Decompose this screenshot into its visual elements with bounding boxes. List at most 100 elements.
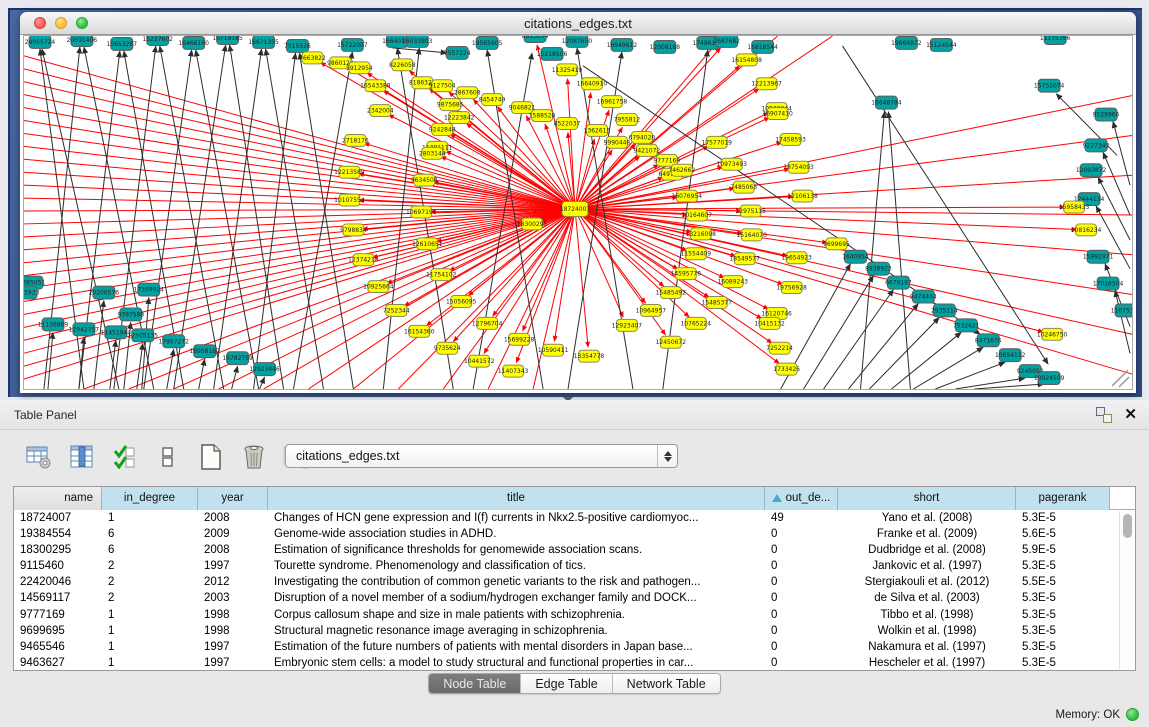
table-row[interactable]: 1938455462009Genome-wide association stu… <box>14 526 1135 542</box>
graph-node[interactable]: 19654923 <box>781 252 812 264</box>
graph-node[interactable]: 6679197 <box>885 276 912 289</box>
graph-node[interactable]: 11554409 <box>681 248 712 260</box>
column-header-short[interactable]: short <box>838 487 1016 510</box>
graph-node[interactable]: 19565905 <box>472 36 503 49</box>
graph-node[interactable]: 20691406 <box>67 36 98 46</box>
graph-node[interactable]: 12505135 <box>128 329 159 342</box>
graph-node[interactable]: 15056095 <box>446 296 477 308</box>
graph-node[interactable]: 1588520 <box>529 110 556 122</box>
network-table-selector[interactable]: citations_edges.txt <box>285 444 678 468</box>
graph-node[interactable]: 8522037 <box>554 118 581 130</box>
graph-node[interactable]: 9474444 <box>910 290 937 303</box>
graph-node[interactable]: 2342004 <box>367 105 394 117</box>
graph-node[interactable]: 11156869 <box>38 318 69 331</box>
graph-node[interactable]: 10964957 <box>636 304 667 316</box>
graph-node[interactable]: 13354778 <box>574 350 605 362</box>
graph-node[interactable]: 2687682 <box>713 36 740 47</box>
scrollbar-thumb[interactable] <box>1123 514 1132 538</box>
table-row[interactable]: 946362711997Embryonic stem cells: a mode… <box>14 655 1135 671</box>
graph-node[interactable]: 7557224 <box>444 46 471 59</box>
graph-node[interactable]: 6794028 <box>629 131 656 143</box>
graph-node[interactable]: 7485063 <box>730 181 757 193</box>
table-row[interactable]: 969969511998Structural magnetic resonanc… <box>14 623 1135 639</box>
column-header-year[interactable]: year <box>198 487 268 510</box>
graph-node[interactable]: 17359924 <box>134 283 165 296</box>
graph-node[interactable]: 9127504 <box>429 80 456 92</box>
table-row[interactable]: 1456911722003Disruption of a novel membe… <box>14 590 1135 606</box>
select-rows-icon[interactable] <box>110 442 140 472</box>
graph-node[interactable]: 9798834 <box>340 224 367 236</box>
delete-icon[interactable] <box>239 442 269 472</box>
graph-node[interactable]: 19756928 <box>776 282 807 294</box>
graph-node[interactable]: 19664872 <box>891 36 922 49</box>
graph-node[interactable]: 12374218 <box>348 254 379 266</box>
table-row[interactable]: 1830029562008Estimation of significance … <box>14 542 1135 558</box>
table-row[interactable]: 1872400712008Changes of HCN gene express… <box>14 510 1135 526</box>
graph-node[interactable]: 1640954 <box>842 250 869 263</box>
graph-node[interactable]: 12213589 <box>334 166 365 178</box>
graph-node[interactable]: 15218506 <box>537 47 568 60</box>
graph-node[interactable]: 15227602 <box>143 36 174 45</box>
graph-node[interactable]: 16033803 <box>402 36 433 47</box>
graph-node[interactable]: 9699695 <box>823 238 850 250</box>
graph-node[interactable]: 16958167 <box>189 345 220 358</box>
table-row[interactable]: 946554611997Estimation of the future num… <box>14 639 1135 655</box>
table-settings-icon[interactable] <box>24 442 54 472</box>
graph-node[interactable]: 15992971 <box>1083 250 1114 263</box>
graph-node[interactable]: 7252344 <box>383 304 410 316</box>
graph-node[interactable]: 8226058 <box>389 59 416 71</box>
row-height-icon[interactable] <box>153 442 183 472</box>
graph-node[interactable]: 5912954 <box>346 62 373 74</box>
table-row[interactable]: 2242004622012Investigating the contribut… <box>14 574 1135 590</box>
graph-node[interactable]: 9990448 <box>604 136 631 148</box>
graph-node[interactable]: 16543388 <box>360 80 391 92</box>
network-canvas[interactable]: 2405572420691406106532871522760216466160… <box>23 35 1133 390</box>
graph-node[interactable]: 16961758 <box>597 96 628 108</box>
graph-node[interactable]: 16949612 <box>607 38 638 51</box>
network-window-titlebar[interactable]: citations_edges.txt <box>20 12 1136 35</box>
graph-node[interactable]: 8813054 <box>522 36 549 42</box>
graph-node[interactable]: 9875685 <box>437 99 464 111</box>
graph-node[interactable]: 8454749 <box>479 94 506 106</box>
graph-node[interactable]: 15485492 <box>656 287 687 299</box>
graph-node[interactable]: 16089243 <box>717 276 748 288</box>
graph-node[interactable]: 17458593 <box>775 133 806 145</box>
graph-node[interactable]: 12923446 <box>249 363 280 376</box>
graph-node[interactable]: 12087650 <box>562 36 593 47</box>
graph-node[interactable]: 3915923 <box>24 286 40 299</box>
graph-node[interactable]: 9397588 <box>117 308 144 321</box>
graph-node[interactable]: 9227343 <box>1083 139 1110 152</box>
graph-node[interactable]: 7462662 <box>668 164 695 176</box>
graph-node[interactable]: 9242848 <box>429 124 456 136</box>
graph-node[interactable]: 16154808 <box>731 54 762 66</box>
graph-node[interactable]: 10107554 <box>334 194 365 206</box>
graph-node[interactable]: 2867608 <box>454 87 481 99</box>
graph-node[interactable]: 12975115 <box>735 205 766 217</box>
graph-node[interactable]: 10765224 <box>681 317 712 329</box>
graph-node[interactable]: 10654112 <box>995 349 1026 362</box>
graph-node[interactable]: 16076954 <box>672 190 703 202</box>
graph-node[interactable]: 7252214 <box>766 342 793 354</box>
graph-node[interactable]: 18724007 <box>560 202 591 217</box>
graph-node[interactable]: 9529966 <box>1093 108 1120 121</box>
graph-node[interactable]: 11407343 <box>498 365 529 377</box>
graph-node[interactable]: 7955812 <box>614 114 641 126</box>
graph-node[interactable]: 12923407 <box>612 319 643 331</box>
graph-node[interactable]: 17577019 <box>702 136 733 148</box>
combo-stepper-icon[interactable] <box>657 445 677 467</box>
graph-node[interactable]: 11175386 <box>1040 36 1071 44</box>
graph-node[interactable]: 12093872 <box>1076 164 1107 177</box>
graph-node[interactable]: 2935114 <box>931 304 958 317</box>
graph-node[interactable]: 16671355 <box>248 36 279 48</box>
graph-node[interactable]: 1733426 <box>773 363 800 375</box>
graph-node[interactable]: 11675322 <box>1111 304 1132 317</box>
column-header-in_degree[interactable]: in_degree <box>102 487 198 510</box>
graph-node[interactable]: 12008188 <box>650 40 681 53</box>
graph-node[interactable]: 12106138 <box>787 190 818 202</box>
graph-node[interactable]: 20206576 <box>89 286 120 299</box>
graph-node[interactable]: 10973493 <box>716 158 747 170</box>
graph-node[interactable]: 8471676 <box>975 334 1002 347</box>
table-row[interactable]: 911546021997Tourette syndrome. Phenomeno… <box>14 558 1135 574</box>
graph-node[interactable]: 9735624 <box>434 342 461 354</box>
table-scrollbar[interactable] <box>1119 511 1134 669</box>
